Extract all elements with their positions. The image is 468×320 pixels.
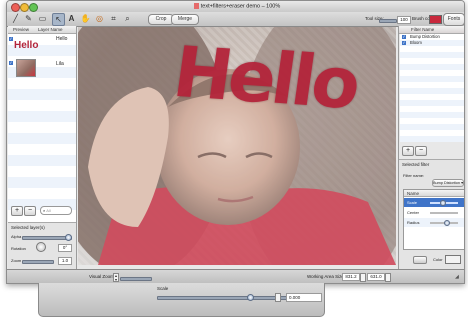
tool-size-slider[interactable]	[379, 19, 397, 23]
zoom-label: Zoom	[11, 258, 22, 263]
width-stepper[interactable]	[360, 273, 366, 282]
params-header: Name	[404, 190, 464, 197]
pencil-icon[interactable]: ✎	[23, 13, 34, 24]
scale-stepper[interactable]	[275, 293, 281, 302]
rotation-dial[interactable]	[36, 242, 46, 252]
photo-thumbnail	[16, 59, 36, 77]
layers-list: ✓ Hello Hello ✓ Lila	[8, 34, 76, 221]
selected-filter-heading: Selected filter	[402, 162, 430, 167]
filters-header: Filter Name	[399, 26, 464, 34]
visual-zoom-label: Visual Zoom:	[89, 274, 116, 279]
filter-enabled-checkbox[interactable]: ✓	[402, 41, 406, 45]
filter-action-button[interactable]	[413, 256, 427, 264]
column-filter-name: Filter Name	[411, 27, 435, 32]
alpha-slider-knob[interactable]	[65, 234, 72, 241]
layer-name: Lila	[56, 61, 64, 67]
hand-icon[interactable]: ✋	[80, 13, 91, 24]
filter-color-well[interactable]	[445, 255, 461, 264]
close-button[interactable]	[11, 3, 20, 12]
filters-panel: Filter Name ✓ Bump Distortion ✓ Bloom + …	[398, 26, 464, 270]
image-canvas[interactable]: Hello	[78, 27, 396, 265]
rotation-label: Rotation	[11, 246, 26, 251]
param-row[interactable]: Center	[404, 208, 464, 217]
app-window: text+filters+eraser demo – 100% ╱ ✎ ▭ ↖ …	[6, 0, 465, 284]
circle-target-icon[interactable]: ◎	[94, 13, 105, 24]
selected-layers-box: Selected layer(s) Alpha Rotation 0° Zoom…	[8, 222, 76, 270]
filters-list: ✓ Bump Distortion ✓ Bloom	[400, 34, 464, 142]
zoom-field[interactable]: 1.0	[58, 257, 72, 265]
arrow-icon[interactable]: ↖	[52, 13, 65, 26]
column-preview: Preview	[13, 27, 30, 32]
color-label: Color	[433, 257, 443, 262]
visual-zoom-stepper[interactable]: ▴ ▾	[113, 273, 119, 282]
layers-header: Preview Layer Name	[8, 26, 76, 34]
document-icon	[193, 3, 199, 9]
add-filter-button[interactable]: +	[402, 146, 414, 156]
minimize-button[interactable]	[20, 3, 29, 12]
layer-visible-checkbox[interactable]: ✓	[9, 37, 13, 41]
working-area-height[interactable]: 631.0	[367, 273, 385, 281]
alpha-label: Alpha	[11, 234, 22, 239]
param-row[interactable]: Radius	[404, 218, 464, 227]
filter-enabled-checkbox[interactable]: ✓	[402, 35, 406, 39]
zoom-slider[interactable]	[22, 260, 54, 264]
scale-drawer: Scale 0.000	[38, 283, 325, 317]
crop-icon[interactable]: ⌗	[108, 13, 119, 24]
brush-icon[interactable]: ╱	[10, 13, 21, 24]
text-icon[interactable]: A	[66, 13, 77, 24]
status-bar: Visual Zoom: ▴ ▾ Working Area Size: 831.2…	[7, 269, 464, 283]
hello-text-layer[interactable]: Hello	[169, 31, 362, 125]
window-title: text+filters+eraser demo – 100%	[157, 3, 317, 11]
remove-filter-button[interactable]: −	[415, 146, 427, 156]
layer-row[interactable]: ✓ Hello Hello	[8, 34, 76, 56]
remove-layer-button[interactable]: −	[24, 206, 36, 216]
resize-grip-icon[interactable]: ◢	[455, 274, 459, 280]
layer-preview: Hello	[14, 40, 39, 51]
selected-layers-heading: Selected layer(s)	[11, 225, 45, 230]
filter-params-table: Name Scale Center Radius	[403, 189, 464, 250]
filter-name-select[interactable]: Bump Distortion ▾	[432, 179, 464, 187]
filter-row[interactable]: ✓ Bloom	[400, 40, 464, 46]
layer-name: Hello	[56, 36, 68, 42]
height-stepper[interactable]	[385, 273, 391, 282]
center-control[interactable]	[430, 212, 458, 214]
tool-size-field[interactable]: 100	[397, 16, 411, 24]
filter-name-label: Filter name:	[403, 173, 425, 178]
selected-filter-box: Selected filter Filter name: Bump Distor…	[399, 159, 464, 270]
column-layer-name: Layer Name	[38, 27, 63, 32]
radius-slider-knob[interactable]	[444, 220, 450, 226]
toolbar: ╱ ✎ ▭ ↖ A ✋ ◎ ⌗ ⌕ Crop Merge Tool size: …	[7, 12, 464, 27]
merge-button[interactable]: Merge	[171, 14, 199, 25]
fonts-button[interactable]: Fonts	[443, 13, 464, 26]
scale-slider-knob[interactable]	[247, 294, 254, 301]
zoom-button[interactable]	[29, 3, 38, 12]
layer-visible-checkbox[interactable]: ✓	[9, 61, 13, 65]
eraser-icon[interactable]: ▭	[37, 13, 48, 24]
visual-zoom-slider[interactable]	[120, 277, 152, 281]
layer-row[interactable]: ✓ Lila	[8, 57, 76, 81]
add-layer-button[interactable]: +	[11, 206, 23, 216]
scale-label: Scale	[157, 286, 169, 291]
brush-color-well[interactable]	[429, 15, 442, 24]
scale-field[interactable]: 0.000	[286, 293, 322, 302]
scale-slider-knob[interactable]	[440, 200, 446, 206]
rotation-field[interactable]: 0°	[58, 244, 72, 252]
param-row-selected[interactable]: Scale	[404, 198, 464, 207]
layer-search-field[interactable]: ⌕All	[40, 206, 72, 215]
magnifier-icon[interactable]: ⌕	[122, 13, 133, 24]
working-area-width[interactable]: 831.2	[342, 273, 360, 281]
search-icon: ⌕	[43, 208, 46, 213]
working-area-label: Working Area Size:	[307, 274, 346, 279]
layers-panel: Preview Layer Name ✓ Hello Hello ✓ Lila …	[8, 26, 77, 270]
